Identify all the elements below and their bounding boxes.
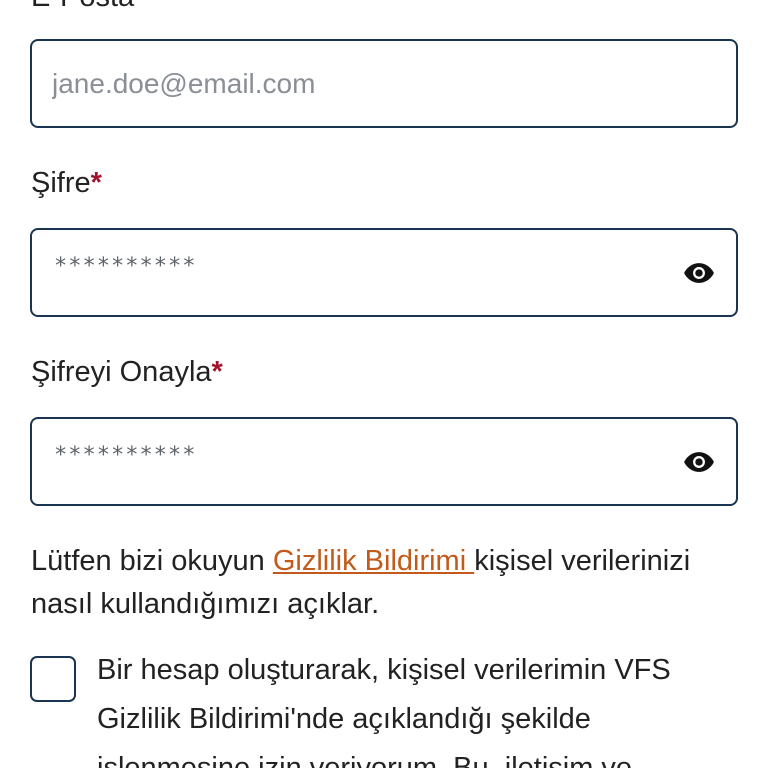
password-masked-value: **********: [54, 254, 197, 279]
email-label-text: E-Posta: [31, 0, 134, 13]
confirm-password-label-text: Şifreyi Onayla: [31, 356, 212, 388]
required-mark: *: [90, 167, 102, 199]
privacy-notice: Lütfen bizi okuyun Gizlilik Bildirimi ki…: [31, 540, 741, 626]
eye-icon[interactable]: [682, 256, 716, 290]
password-field[interactable]: **********: [30, 228, 738, 317]
notice-prefix: Lütfen bizi okuyun: [31, 545, 273, 577]
required-mark: *: [211, 356, 223, 388]
privacy-notice-link[interactable]: Gizlilik Bildirimi: [273, 545, 474, 577]
password-label: Şifre*: [31, 166, 102, 200]
email-input[interactable]: [52, 41, 652, 126]
email-label: E-Posta: [31, 0, 134, 14]
consent-checkbox[interactable]: [30, 656, 76, 702]
eye-icon[interactable]: [682, 445, 716, 479]
confirm-password-label: Şifreyi Onayla*: [31, 355, 223, 389]
confirm-password-field[interactable]: **********: [30, 417, 738, 506]
password-label-text: Şifre: [31, 167, 91, 199]
consent-text: Bir hesap oluşturarak, kişisel verilerim…: [97, 654, 671, 768]
email-field[interactable]: [30, 39, 738, 128]
confirm-password-masked-value: **********: [54, 443, 197, 468]
